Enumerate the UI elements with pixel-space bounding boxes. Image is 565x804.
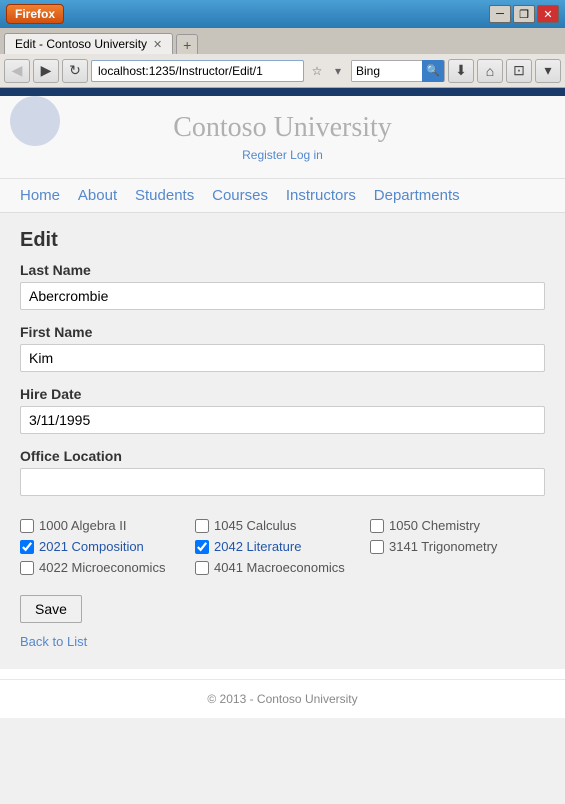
search-go-button[interactable]: 🔍 — [422, 60, 444, 82]
hire-date-label: Hire Date — [20, 386, 545, 402]
back-button[interactable]: ◀ — [4, 59, 30, 83]
site-title: Contoso University — [0, 112, 565, 144]
course-item: 3141 Trigonometry — [370, 539, 545, 554]
site-header: Contoso University Register Log in — [0, 96, 565, 179]
course-label-2042: 2042 Literature — [214, 539, 301, 554]
course-item: 2021 Composition — [20, 539, 195, 554]
forward-button[interactable]: ▶ — [33, 59, 59, 83]
course-checkbox-1045[interactable] — [195, 519, 209, 533]
page-footer: © 2013 - Contoso University — [0, 679, 565, 718]
hire-date-group: Hire Date — [20, 386, 545, 444]
bookmark-buttons: ☆ ▾ — [307, 60, 348, 82]
course-item: 1050 Chemistry — [370, 518, 545, 533]
footer-copyright: © 2013 - Contoso University — [207, 692, 357, 706]
download-button[interactable]: ⬇ — [448, 59, 474, 83]
close-button[interactable]: ✕ — [537, 5, 559, 23]
new-tab-button[interactable]: + — [176, 34, 198, 54]
restore-button[interactable]: ❐ — [513, 5, 535, 23]
hire-date-input[interactable] — [20, 406, 545, 434]
first-name-input[interactable] — [20, 344, 545, 372]
course-label-4041: 4041 Macroeconomics — [214, 560, 345, 575]
logo-circle — [10, 96, 60, 146]
office-group: Office Location — [20, 448, 545, 506]
course-checkbox-2042[interactable] — [195, 540, 209, 554]
nav-departments[interactable]: Departments — [374, 187, 460, 204]
window-controls: ─ ❐ ✕ — [489, 5, 559, 23]
course-checkbox-4041[interactable] — [195, 561, 209, 575]
course-label-1000: 1000 Algebra II — [39, 518, 126, 533]
last-name-input[interactable] — [20, 282, 545, 310]
back-link-container: Back to List — [20, 633, 545, 649]
address-input[interactable] — [91, 60, 304, 82]
form-area: Edit Last Name First Name Hire Date Offi… — [0, 213, 565, 669]
title-bar: Firefox ─ ❐ ✕ — [0, 0, 565, 28]
course-checkbox-1050[interactable] — [370, 519, 384, 533]
office-label: Office Location — [20, 448, 545, 464]
nav-instructors[interactable]: Instructors — [286, 187, 356, 204]
course-checkbox-2021[interactable] — [20, 540, 34, 554]
course-checkbox-3141[interactable] — [370, 540, 384, 554]
office-input[interactable] — [20, 468, 545, 496]
course-checkbox-1000[interactable] — [20, 519, 34, 533]
search-input[interactable] — [352, 61, 422, 81]
course-item: 2042 Literature — [195, 539, 370, 554]
course-label-2021: 2021 Composition — [39, 539, 144, 554]
login-link[interactable]: Log in — [290, 148, 323, 162]
site-nav: Home About Students Courses Instructors … — [0, 179, 565, 213]
last-name-group: Last Name — [20, 262, 545, 320]
nav-home[interactable]: Home — [20, 187, 60, 204]
tab-close-icon[interactable]: ✕ — [153, 38, 162, 51]
extensions-button[interactable]: ⊡ — [506, 59, 532, 83]
form-title: Edit — [20, 229, 545, 252]
tab-bar: Edit - Contoso University ✕ + — [0, 28, 565, 54]
menu-button[interactable]: ▾ — [535, 59, 561, 83]
nav-students[interactable]: Students — [135, 187, 194, 204]
course-label-3141: 3141 Trigonometry — [389, 539, 497, 554]
course-label-1050: 1050 Chemistry — [389, 518, 480, 533]
browser-window: Firefox ─ ❐ ✕ Edit - Contoso University … — [0, 0, 565, 804]
course-item: 1045 Calculus — [195, 518, 370, 533]
toolbar-strip — [0, 88, 565, 96]
course-checkbox-4022[interactable] — [20, 561, 34, 575]
last-name-label: Last Name — [20, 262, 545, 278]
bookmark-arrow-icon[interactable]: ▾ — [328, 60, 348, 82]
course-label-1045: 1045 Calculus — [214, 518, 296, 533]
save-button[interactable]: Save — [20, 595, 82, 623]
address-bar: ◀ ▶ ↻ ☆ ▾ 🔍 ⬇ ⌂ ⊡ ▾ — [0, 54, 565, 88]
course-item: 4041 Macroeconomics — [195, 560, 370, 575]
tab-title: Edit - Contoso University — [15, 37, 147, 51]
course-item: 4022 Microeconomics — [20, 560, 195, 575]
firefox-button[interactable]: Firefox — [6, 4, 64, 24]
minimize-button[interactable]: ─ — [489, 5, 511, 23]
nav-about[interactable]: About — [78, 187, 117, 204]
home-button[interactable]: ⌂ — [477, 59, 503, 83]
page-inner: Contoso University Register Log in Home … — [0, 96, 565, 718]
course-label-4022: 4022 Microeconomics — [39, 560, 165, 575]
title-bar-left: Firefox — [6, 4, 64, 24]
auth-links: Register Log in — [0, 148, 565, 162]
first-name-label: First Name — [20, 324, 545, 340]
back-to-list-link[interactable]: Back to List — [20, 634, 87, 649]
courses-grid: 1000 Algebra II 1045 Calculus 1050 Chemist… — [20, 518, 545, 575]
page-content: Contoso University Register Log in Home … — [0, 96, 565, 804]
active-tab[interactable]: Edit - Contoso University ✕ — [4, 33, 173, 54]
first-name-group: First Name — [20, 324, 545, 382]
bookmark-star-icon[interactable]: ☆ — [307, 60, 327, 82]
course-item: 1000 Algebra II — [20, 518, 195, 533]
search-box: 🔍 — [351, 60, 445, 82]
reload-button[interactable]: ↻ — [62, 59, 88, 83]
nav-courses[interactable]: Courses — [212, 187, 268, 204]
register-link[interactable]: Register — [242, 148, 287, 162]
